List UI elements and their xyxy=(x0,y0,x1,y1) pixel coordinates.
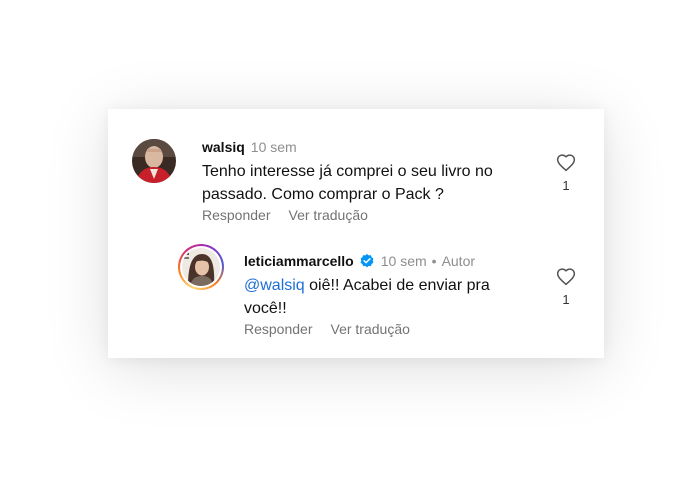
like-count: 1 xyxy=(562,178,570,193)
user-avatar-icon xyxy=(132,139,176,183)
reply-text: @walsiq oiê!! Acabei de enviar pra você!… xyxy=(244,274,514,320)
translate-button[interactable]: Ver tradução xyxy=(331,321,410,337)
comment-item: walsiq 10 sem Tenho interesse já comprei… xyxy=(108,109,604,229)
comment-header: walsiq 10 sem xyxy=(202,139,297,155)
story-ring xyxy=(178,244,224,290)
avatar[interactable] xyxy=(132,139,176,183)
heart-icon[interactable] xyxy=(556,267,576,286)
like-count: 1 xyxy=(562,292,570,307)
translate-button[interactable]: Ver tradução xyxy=(289,207,368,223)
comment-actions: Responder Ver tradução xyxy=(202,207,368,223)
timestamp: 10 sem xyxy=(250,139,297,155)
reply-header: leticiammarcello 10 sem • Autor xyxy=(244,253,475,269)
like-control: 1 xyxy=(554,153,578,193)
verified-badge-icon xyxy=(360,254,374,268)
comment-text: Tenho interesse já comprei o seu livro n… xyxy=(202,163,493,203)
comments-card: walsiq 10 sem Tenho interesse já comprei… xyxy=(108,109,604,358)
separator: • xyxy=(431,253,437,269)
heart-icon[interactable] xyxy=(556,153,576,172)
timestamp: 10 sem xyxy=(380,253,427,269)
username[interactable]: walsiq xyxy=(202,139,245,155)
reply-item: leticiammarcello 10 sem • Autor @walsiq … xyxy=(108,233,604,353)
reply-button[interactable]: Responder xyxy=(244,321,313,337)
reply-button[interactable]: Responder xyxy=(202,207,271,223)
username[interactable]: leticiammarcello xyxy=(244,253,354,269)
author-badge: Autor xyxy=(441,253,476,269)
reply-actions: Responder Ver tradução xyxy=(244,321,410,337)
like-control: 1 xyxy=(554,267,578,307)
user-avatar-icon xyxy=(182,248,220,286)
avatar[interactable] xyxy=(178,244,224,290)
mention-link[interactable]: @walsiq xyxy=(244,277,305,294)
